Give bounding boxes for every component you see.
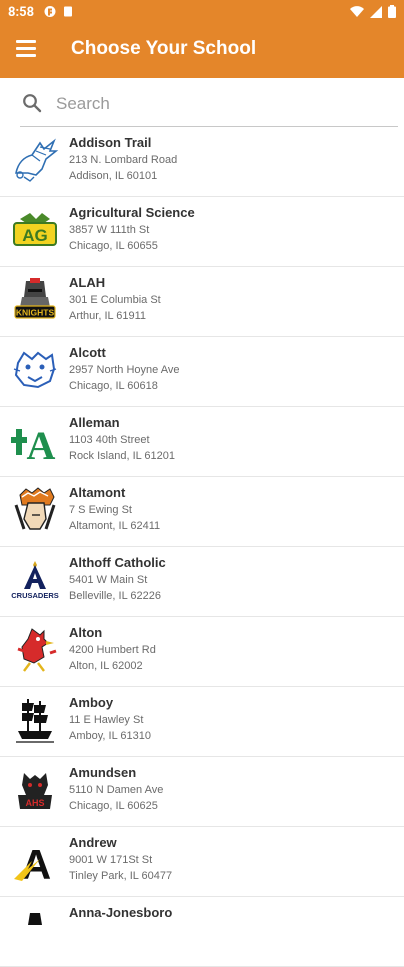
- agricultural-science-logo-icon: AG: [13, 213, 57, 246]
- page-title: Choose Your School: [71, 38, 257, 59]
- school-street: 5401 W Main St: [69, 574, 148, 586]
- anna-jonesboro-logo-icon: [28, 913, 42, 925]
- school-street: 4200 Humbert Rd: [69, 644, 156, 656]
- school-name: ALAH: [69, 275, 106, 290]
- school-street: 7 S Ewing St: [69, 504, 132, 516]
- althoff-catholic-logo-icon: CRUSADERS: [11, 561, 59, 600]
- signal-icon: [370, 5, 382, 18]
- school-list: Addison Trail 213 N. Lombard Road Addiso…: [0, 127, 404, 967]
- clipboard-icon: [64, 6, 72, 17]
- list-item-altamont[interactable]: Altamont 7 S Ewing St Altamont, IL 62411: [0, 477, 404, 547]
- school-name: Alton: [69, 625, 103, 640]
- search-input[interactable]: [54, 88, 388, 120]
- list-item-althoff-catholic[interactable]: CRUSADERS Althoff Catholic 5401 W Main S…: [0, 547, 404, 617]
- school-name: Addison Trail: [69, 135, 152, 150]
- battery-icon: [388, 5, 396, 18]
- status-time: 8:58: [8, 5, 35, 20]
- school-name: Andrew: [69, 835, 117, 850]
- search-icon: [23, 94, 42, 113]
- school-name: Amundsen: [69, 765, 137, 780]
- school-city: Chicago, IL 60625: [69, 800, 158, 812]
- alton-redbird-logo-icon: [17, 628, 57, 672]
- list-item-andrew[interactable]: A Andrew 9001 W 171St St Tinley Park, IL…: [0, 827, 404, 897]
- alah-logo-text: KNIGHTS: [16, 308, 55, 318]
- althoff-logo-text: CRUSADERS: [11, 591, 59, 600]
- ag-logo-text: AG: [22, 226, 48, 245]
- school-city: Alton, IL 62002: [69, 660, 143, 672]
- list-item-alah[interactable]: KNIGHTS ALAH 301 E Columbia St Arthur, I…: [0, 267, 404, 337]
- list-item-alcott[interactable]: Alcott 2957 North Hoyne Ave Chicago, IL …: [0, 337, 404, 407]
- status-bar: 8:58: [0, 0, 404, 24]
- list-item-amboy[interactable]: Amboy 11 E Hawley St Amboy, IL 61310: [0, 687, 404, 757]
- school-city: Chicago, IL 60618: [69, 380, 158, 392]
- school-city: Addison, IL 60101: [69, 170, 158, 182]
- amundsen-logo-icon: AHS: [18, 773, 52, 809]
- amboy-ship-logo-icon: [16, 699, 54, 743]
- list-item-addison-trail[interactable]: Addison Trail 213 N. Lombard Road Addiso…: [0, 127, 404, 197]
- school-name: Altamont: [69, 485, 126, 500]
- school-street: 213 N. Lombard Road: [69, 154, 178, 166]
- school-name: Anna-Jonesboro: [69, 905, 173, 920]
- list-item-alleman[interactable]: A Alleman 1103 40th Street Rock Island, …: [0, 407, 404, 477]
- app-notification-icon: [44, 6, 56, 17]
- school-street: 5110 N Damen Ave: [69, 784, 164, 796]
- school-city: Rock Island, IL 61201: [69, 450, 175, 462]
- list-item-amundsen[interactable]: AHS Amundsen 5110 N Damen Ave Chicago, I…: [0, 757, 404, 827]
- list-item-anna-jonesboro[interactable]: Anna-Jonesboro: [0, 897, 404, 967]
- school-city: Belleville, IL 62226: [69, 590, 161, 602]
- school-street: 1103 40th Street: [69, 434, 150, 446]
- status-right-icons: [350, 5, 396, 18]
- alleman-logo-icon: A: [11, 423, 56, 465]
- addison-trail-logo-icon: [15, 138, 59, 182]
- school-street: 3857 W 111th St: [69, 224, 150, 236]
- alleman-logo-text: A: [27, 423, 56, 465]
- list-item-agricultural-science[interactable]: AG Agricultural Science 3857 W 111th St …: [0, 197, 404, 267]
- school-name: Althoff Catholic: [69, 555, 166, 570]
- amundsen-logo-text: AHS: [25, 798, 44, 808]
- school-name: Alcott: [69, 345, 106, 360]
- school-city: Chicago, IL 60655: [69, 240, 158, 252]
- school-name: Agricultural Science: [69, 205, 195, 220]
- alcott-logo-icon: [13, 351, 57, 389]
- school-city: Amboy, IL 61310: [69, 730, 151, 742]
- search-bar: [20, 82, 398, 127]
- school-street: 9001 W 171St St: [69, 854, 153, 866]
- app-bar: Choose Your School: [0, 24, 404, 78]
- school-street: 2957 North Hoyne Ave: [69, 364, 180, 376]
- school-city: Altamont, IL 62411: [69, 520, 161, 532]
- school-city: Arthur, IL 61911: [69, 310, 147, 322]
- school-city: Tinley Park, IL 60477: [69, 870, 173, 882]
- andrew-logo-icon: A: [14, 841, 51, 885]
- school-street: 11 E Hawley St: [69, 714, 144, 726]
- school-name: Amboy: [69, 695, 114, 710]
- altamont-logo-icon: [14, 487, 56, 530]
- school-street: 301 E Columbia St: [69, 294, 161, 306]
- alah-knights-logo-icon: KNIGHTS: [14, 278, 56, 319]
- wifi-icon: [350, 5, 364, 17]
- menu-icon[interactable]: [16, 40, 38, 60]
- school-name: Alleman: [69, 415, 120, 430]
- list-item-alton[interactable]: Alton 4200 Humbert Rd Alton, IL 62002: [0, 617, 404, 687]
